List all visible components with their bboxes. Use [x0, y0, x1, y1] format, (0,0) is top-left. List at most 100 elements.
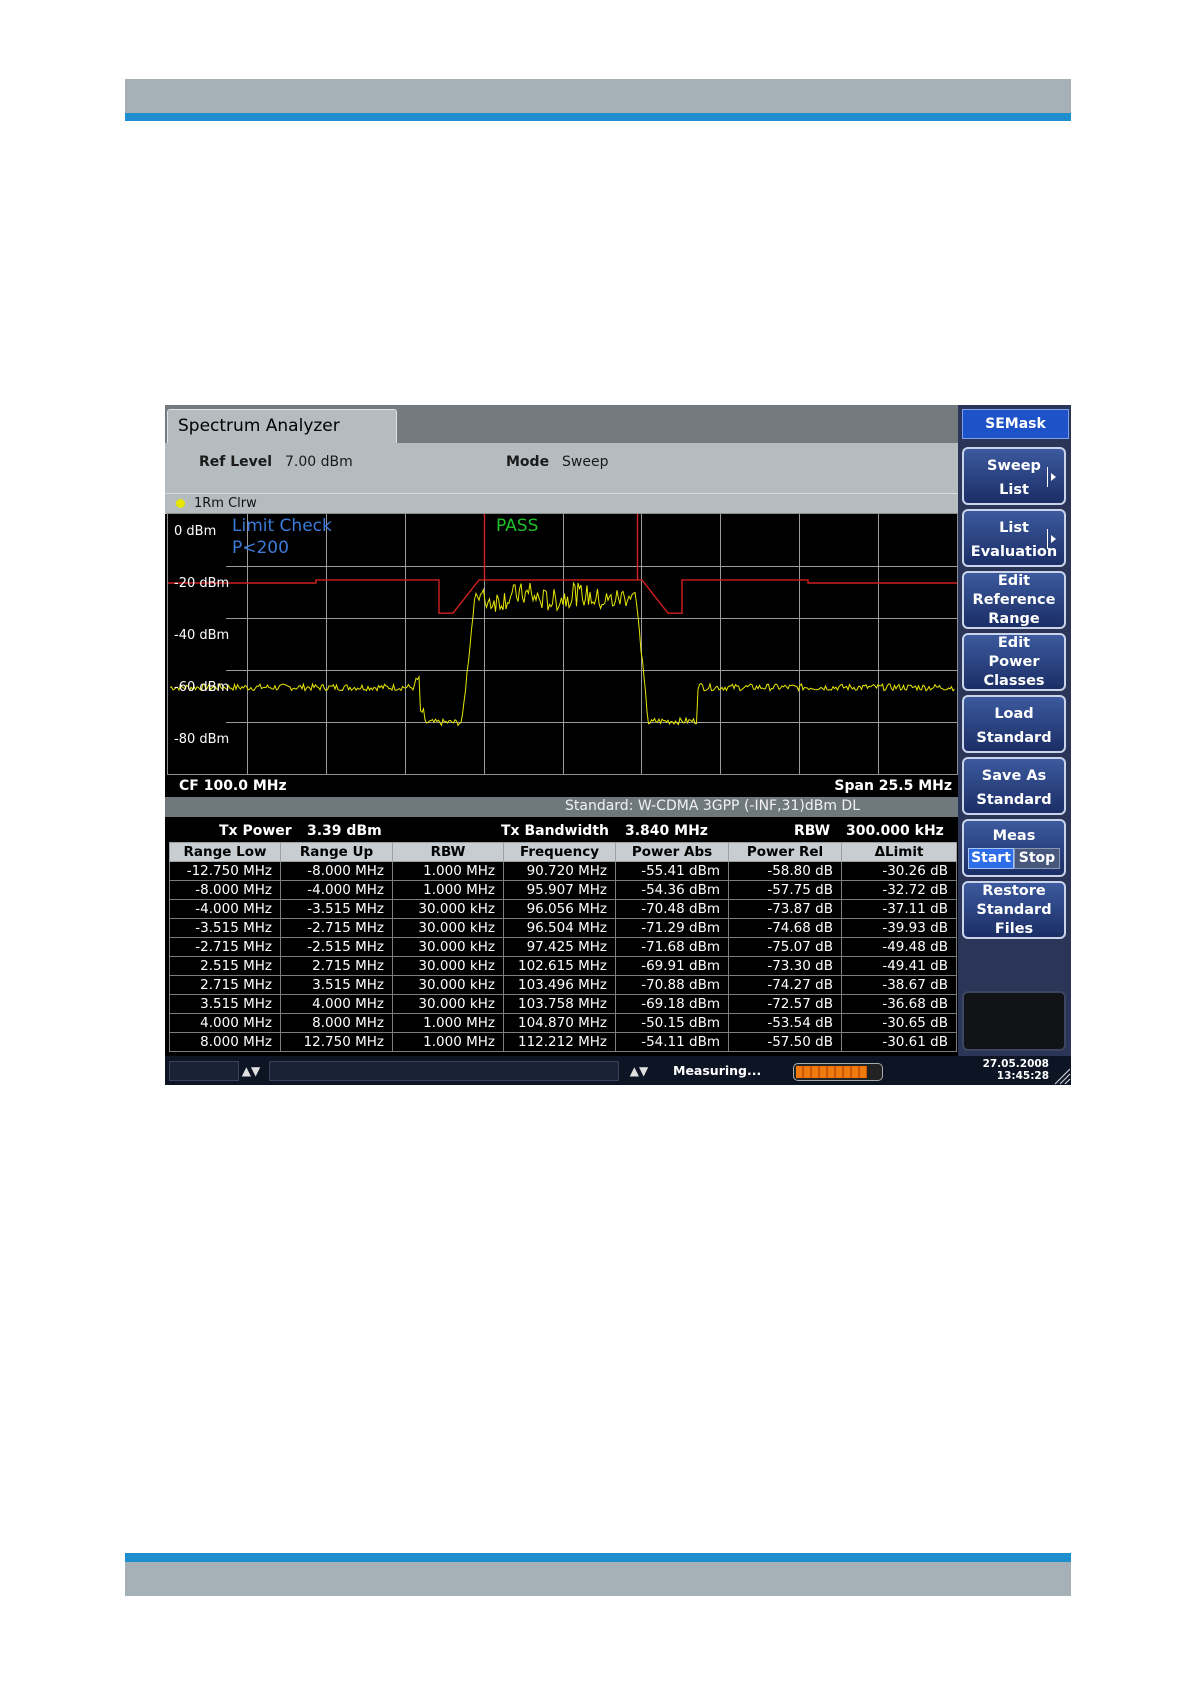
- results-table: Range Low Range Up RBW Frequency Power A…: [169, 842, 957, 1052]
- softkey-label-line: Edit: [997, 573, 1031, 589]
- meas-stop-toggle[interactable]: Stop: [1014, 848, 1060, 869]
- softkey-menu-title: SEMask: [962, 409, 1069, 439]
- y-label-3: -60 dBm: [174, 680, 230, 695]
- cell-range-low: -12.750 MHz: [169, 861, 281, 881]
- cell-frequency: 90.720 MHz: [503, 861, 616, 881]
- table-row[interactable]: -4.000 MHz -3.515 MHz 30.000 kHz 96.056 …: [169, 899, 957, 919]
- col-header-rbw[interactable]: RBW: [392, 842, 504, 862]
- cell-delta-limit: -32.72 dB: [841, 880, 957, 900]
- table-row[interactable]: -12.750 MHz -8.000 MHz 1.000 MHz 90.720 …: [169, 861, 957, 881]
- cell-range-low: 2.715 MHz: [169, 975, 281, 995]
- edit-reference-range-button[interactable]: Edit Reference Range: [962, 571, 1066, 629]
- cell-delta-limit: -49.48 dB: [841, 937, 957, 957]
- cell-range-low: -4.000 MHz: [169, 899, 281, 919]
- status-field-1[interactable]: [169, 1061, 239, 1081]
- ref-level-value: 7.00 dBm: [285, 454, 353, 470]
- table-row[interactable]: 2.715 MHz 3.515 MHz 30.000 kHz 103.496 M…: [169, 975, 957, 995]
- table-row[interactable]: 2.515 MHz 2.715 MHz 30.000 kHz 102.615 M…: [169, 956, 957, 976]
- softkey-label-line: Save As: [981, 768, 1047, 784]
- cell-range-up: 8.000 MHz: [280, 1013, 393, 1033]
- restore-standard-files-button[interactable]: Restore Standard Files: [962, 881, 1066, 939]
- spectrum-plot[interactable]: 0 dBm -20 dBm -40 dBm -60 dBm -80 dBm Li…: [167, 513, 958, 775]
- cell-power-rel: -72.57 dB: [728, 994, 842, 1014]
- rbw-value: 300.000 kHz: [846, 823, 944, 839]
- limit-pass-indicator: PASS: [496, 516, 539, 536]
- parameter-bar: Ref Level 7.00 dBm Mode Sweep: [165, 443, 958, 493]
- col-header-power-abs[interactable]: Power Abs: [615, 842, 729, 862]
- cell-delta-limit: -30.65 dB: [841, 1013, 957, 1033]
- col-header-range-up[interactable]: Range Up: [280, 842, 393, 862]
- col-header-delta-limit[interactable]: ΔLimit: [841, 842, 957, 862]
- status-bar: ▲▼ ▲▼ Measuring... 27.05.2008 13:45:28: [165, 1056, 1071, 1085]
- cell-rbw: 1.000 MHz: [392, 1013, 504, 1033]
- list-evaluation-button[interactable]: List Evaluation: [962, 509, 1066, 567]
- cell-frequency: 96.504 MHz: [503, 918, 616, 938]
- meas-start-stop-button[interactable]: Meas Start Stop: [962, 819, 1066, 877]
- table-header-row: Range Low Range Up RBW Frequency Power A…: [169, 842, 957, 862]
- tab-spectrum-analyzer[interactable]: Spectrum Analyzer: [167, 409, 397, 443]
- analyzer-screen: Spectrum Analyzer Ref Level 7.00 dBm Mod…: [165, 405, 1071, 1085]
- table-row[interactable]: 3.515 MHz 4.000 MHz 30.000 kHz 103.758 M…: [169, 994, 957, 1014]
- cell-range-up: 4.000 MHz: [280, 994, 393, 1014]
- edit-power-classes-button[interactable]: Edit Power Classes: [962, 633, 1066, 691]
- results-table-area: Range Low Range Up RBW Frequency Power A…: [165, 839, 958, 1059]
- softkey-label-line: Standard: [976, 730, 1052, 746]
- cell-rbw: 1.000 MHz: [392, 1032, 504, 1052]
- sweep-progress-fill: [796, 1066, 867, 1078]
- cell-power-abs: -69.18 dBm: [615, 994, 729, 1014]
- cell-frequency: 112.212 MHz: [503, 1032, 616, 1052]
- cell-power-rel: -73.30 dB: [728, 956, 842, 976]
- cell-delta-limit: -38.67 dB: [841, 975, 957, 995]
- frequency-span: Span 25.5 MHz: [834, 778, 952, 794]
- status-date: 27.05.2008: [982, 1058, 1049, 1070]
- col-header-range-low[interactable]: Range Low: [169, 842, 281, 862]
- trace-label: 1Rm Clrw: [194, 496, 257, 511]
- resize-grip-icon[interactable]: [1051, 1065, 1071, 1085]
- cell-delta-limit: -49.41 dB: [841, 956, 957, 976]
- cell-power-abs: -70.88 dBm: [615, 975, 729, 995]
- softkey-label-line: Classes: [983, 673, 1045, 689]
- table-row[interactable]: 4.000 MHz 8.000 MHz 1.000 MHz 104.870 MH…: [169, 1013, 957, 1033]
- col-header-frequency[interactable]: Frequency: [503, 842, 616, 862]
- table-row[interactable]: -8.000 MHz -4.000 MHz 1.000 MHz 95.907 M…: [169, 880, 957, 900]
- table-row[interactable]: -2.715 MHz -2.515 MHz 30.000 kHz 97.425 …: [169, 937, 957, 957]
- standard-bar: Standard: W-CDMA 3GPP (-INF,31)dBm DL: [165, 797, 958, 817]
- cell-power-rel: -75.07 dB: [728, 937, 842, 957]
- ref-level-label: Ref Level: [199, 454, 273, 470]
- cell-range-low: 2.515 MHz: [169, 956, 281, 976]
- trace-indicator-icon: [176, 499, 185, 508]
- cell-delta-limit: -30.26 dB: [841, 861, 957, 881]
- status-field-2[interactable]: [269, 1061, 619, 1081]
- y-label-4: -80 dBm: [174, 732, 230, 747]
- limit-check-title: Limit Check: [232, 516, 332, 536]
- cell-power-abs: -70.48 dBm: [615, 899, 729, 919]
- save-as-standard-button[interactable]: Save As Standard: [962, 757, 1066, 815]
- cell-range-low: -8.000 MHz: [169, 880, 281, 900]
- updown-arrows-icon[interactable]: ▲▼: [241, 1061, 261, 1081]
- table-row[interactable]: 8.000 MHz 12.750 MHz 1.000 MHz 112.212 M…: [169, 1032, 957, 1052]
- col-header-power-rel[interactable]: Power Rel: [728, 842, 842, 862]
- cell-frequency: 103.496 MHz: [503, 975, 616, 995]
- softkey-label-line: Files: [994, 921, 1034, 937]
- cell-rbw: 30.000 kHz: [392, 899, 504, 919]
- cell-power-rel: -74.27 dB: [728, 975, 842, 995]
- page-header-band: [125, 79, 1071, 113]
- meas-start-toggle[interactable]: Start: [968, 848, 1014, 869]
- cell-range-up: 3.515 MHz: [280, 975, 393, 995]
- table-row[interactable]: -3.515 MHz -2.715 MHz 30.000 kHz 96.504 …: [169, 918, 957, 938]
- softkey-label-line: Range: [988, 611, 1040, 627]
- cell-range-up: -3.515 MHz: [280, 899, 393, 919]
- softkey-label-line: Edit: [997, 635, 1031, 651]
- cell-rbw: 1.000 MHz: [392, 861, 504, 881]
- cell-power-rel: -74.68 dB: [728, 918, 842, 938]
- cell-range-up: -8.000 MHz: [280, 861, 393, 881]
- mode-value: Sweep: [562, 454, 609, 470]
- load-standard-button[interactable]: Load Standard: [962, 695, 1066, 753]
- updown-arrows-icon[interactable]: ▲▼: [629, 1061, 649, 1081]
- cell-range-up: 2.715 MHz: [280, 956, 393, 976]
- cell-rbw: 30.000 kHz: [392, 975, 504, 995]
- sweep-list-button[interactable]: Sweep List: [962, 447, 1066, 505]
- mode-label: Mode: [506, 454, 550, 470]
- cell-delta-limit: -36.68 dB: [841, 994, 957, 1014]
- empty-softkey[interactable]: [962, 991, 1066, 1051]
